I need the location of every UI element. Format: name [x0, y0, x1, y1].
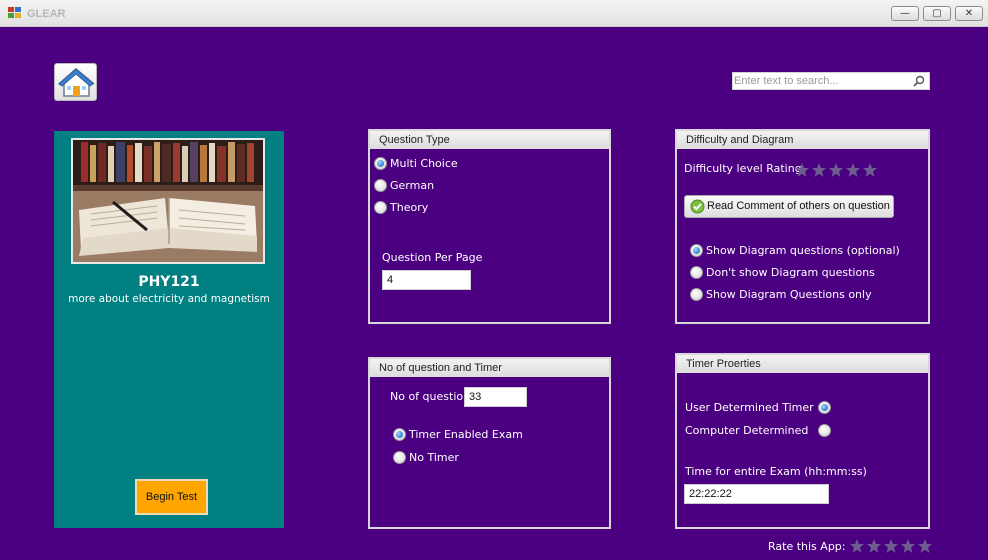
computer-determined-radio[interactable] [818, 424, 831, 437]
diagram-only-radio[interactable] [690, 288, 703, 301]
radio-label: Computer Determined [685, 424, 809, 437]
home-icon [58, 68, 96, 97]
radio-label: Theory [390, 201, 429, 214]
course-code: PHY121 [138, 274, 200, 290]
star-icon[interactable] [849, 538, 865, 554]
star-icon[interactable] [900, 538, 916, 554]
radio-label: Multi Choice [390, 157, 458, 170]
read-comments-label: Read Comment of others on question [707, 200, 890, 212]
course-description: more about electricity and magnetism [68, 293, 270, 305]
app-rating[interactable] [849, 538, 933, 554]
exam-time-input[interactable]: 22:22:22 [684, 484, 829, 504]
german-radio[interactable] [374, 179, 387, 192]
radio-label: No Timer [409, 451, 459, 464]
group-title: No of question and Timer [370, 359, 609, 377]
star-icon[interactable] [828, 162, 844, 178]
check-icon [690, 199, 705, 214]
radio-label: Don't show Diagram questions [706, 266, 875, 279]
per-page-input[interactable]: 4 [382, 270, 471, 290]
search-input[interactable] [734, 74, 910, 88]
question-count-label: No of question [390, 390, 471, 403]
radio-label: German [390, 179, 435, 192]
app-icon [8, 7, 22, 19]
window-title: GLEAR [27, 8, 66, 20]
star-icon[interactable] [866, 538, 882, 554]
star-icon[interactable] [883, 538, 899, 554]
star-icon[interactable] [794, 162, 810, 178]
group-title: Difficulty and Diagram [677, 131, 928, 149]
book-photo [71, 138, 265, 264]
star-icon[interactable] [862, 162, 878, 178]
user-determined-radio[interactable] [818, 401, 831, 414]
close-button[interactable]: ✕ [955, 6, 983, 21]
begin-test-button[interactable]: Begin Test [135, 479, 208, 515]
group-title: Timer Proerties [677, 355, 928, 373]
multi-choice-radio[interactable] [374, 157, 387, 170]
rate-app-label: Rate this App: [768, 540, 846, 553]
timer-enabled-radio[interactable] [393, 428, 406, 441]
search-box[interactable] [732, 72, 930, 90]
radio-label: Show Diagram questions (optional) [706, 244, 900, 257]
radio-label: Show Diagram Questions only [706, 288, 872, 301]
question-timer-group: No of question and Timer [368, 357, 611, 529]
star-icon[interactable] [845, 162, 861, 178]
difficulty-rating-label: Difficulty level Rating [684, 162, 802, 175]
app-window: GLEAR — ▢ ✕ Enter text to search... PHY1… [0, 0, 988, 560]
home-button[interactable] [54, 63, 97, 101]
maximize-button[interactable]: ▢ [923, 6, 951, 21]
group-title: Question Type [370, 131, 609, 149]
exam-time-label: Time for entire Exam (hh:mm:ss) [685, 465, 867, 478]
course-card: PHY121 more about electricity and magnet… [54, 131, 284, 528]
radio-label: User Determined Timer [685, 401, 814, 414]
title-bar: GLEAR — ▢ ✕ [0, 0, 988, 27]
theory-radio[interactable] [374, 201, 387, 214]
minimize-button[interactable]: — [891, 6, 919, 21]
no-timer-radio[interactable] [393, 451, 406, 464]
difficulty-rating[interactable] [794, 162, 878, 178]
show-diagram-optional-radio[interactable] [690, 244, 703, 257]
no-diagram-radio[interactable] [690, 266, 703, 279]
search-icon[interactable] [913, 75, 925, 87]
per-page-label: Question Per Page [382, 251, 483, 264]
question-count-input[interactable]: 33 [464, 387, 527, 407]
radio-label: Timer Enabled Exam [409, 428, 523, 441]
star-icon[interactable] [811, 162, 827, 178]
read-comments-button[interactable]: Read Comment of others on question [684, 195, 894, 218]
star-icon[interactable] [917, 538, 933, 554]
